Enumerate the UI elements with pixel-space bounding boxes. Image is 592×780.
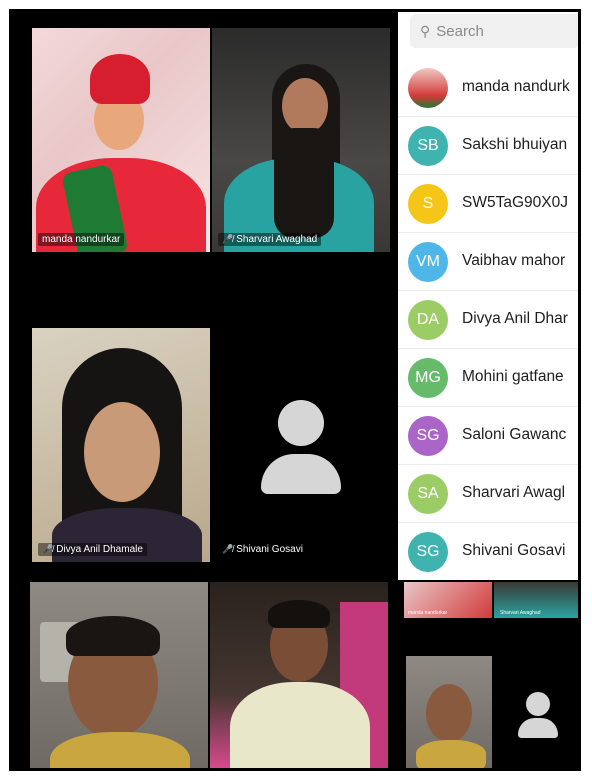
mic-off-icon: 🎤̸ [42, 544, 54, 554]
participant-row[interactable]: SG Saloni Gawanc [398, 406, 578, 465]
video-tile-man-1[interactable] [30, 582, 208, 768]
mini-gallery-thumbnail[interactable]: manda nandurkar Sharvari Awaghad [404, 582, 578, 768]
participant-row[interactable]: VM Vaibhav mahor [398, 232, 578, 291]
participant-avatar [408, 68, 448, 108]
video-tile-shivani[interactable]: 🎤̸ Shivani Gosavi [212, 328, 390, 562]
participant-row[interactable]: SG Shivani Gosavi [398, 522, 578, 580]
participant-row[interactable]: S SW5TaG90X0J [398, 174, 578, 233]
search-icon: ⚲ [420, 23, 431, 39]
participant-name-tag: 🎤̸ Shivani Gosavi [222, 544, 303, 555]
video-tile-divya[interactable]: 🎤̸ Divya Anil Dhamale [32, 328, 210, 562]
person-placeholder-icon [278, 400, 324, 446]
search-input[interactable]: ⚲ Search [410, 14, 578, 48]
participant-name: SW5TaG90X0J [462, 194, 568, 211]
participant-avatar: DA [408, 300, 448, 340]
participant-row[interactable]: manda nandurk [398, 58, 578, 117]
participant-name: Mohini gatfane [462, 368, 564, 385]
participant-avatar: VM [408, 242, 448, 282]
participant-row[interactable]: DA Divya Anil Dhar [398, 290, 578, 349]
participant-avatar: SA [408, 474, 448, 514]
participant-name-tag: 🎤̸ Sharvari Awaghad [218, 233, 322, 246]
participant-name-tag: 🎤̸ Divya Anil Dhamale [38, 543, 147, 556]
person-placeholder-icon [526, 692, 550, 716]
participant-name: Shivani Gosavi [462, 542, 566, 559]
mic-off-icon: 🎤̸ [222, 544, 234, 554]
participant-name: Vaibhav mahor [462, 252, 566, 269]
participant-avatar: S [408, 184, 448, 224]
participant-avatar: MG [408, 358, 448, 398]
participant-row[interactable]: SA Sharvari Awagl [398, 464, 578, 523]
participant-name: Sharvari Awagl [462, 484, 566, 501]
participant-avatar: SB [408, 126, 448, 166]
participant-row[interactable]: SB Sakshi bhuiyan [398, 116, 578, 175]
participant-name: manda nandurk [462, 78, 570, 95]
participant-avatar: SG [408, 416, 448, 456]
video-tile-manda[interactable]: manda nandurkar [32, 28, 210, 252]
mic-off-icon: 🎤̸ [222, 234, 234, 244]
participant-name: Saloni Gawanc [462, 426, 567, 443]
participant-row[interactable]: MG Mohini gatfane [398, 348, 578, 407]
video-tile-sharvari[interactable]: 🎤̸ Sharvari Awaghad [212, 28, 390, 252]
participant-avatar: SG [408, 532, 448, 572]
participant-name: Divya Anil Dhar [462, 310, 568, 327]
participants-panel: ⚲ Search manda nandurk SB Sakshi bhuiyan … [398, 12, 578, 580]
video-tile-man-2[interactable] [210, 582, 388, 768]
participant-name-tag: manda nandurkar [38, 233, 125, 246]
participant-name: Sakshi bhuiyan [462, 136, 568, 153]
